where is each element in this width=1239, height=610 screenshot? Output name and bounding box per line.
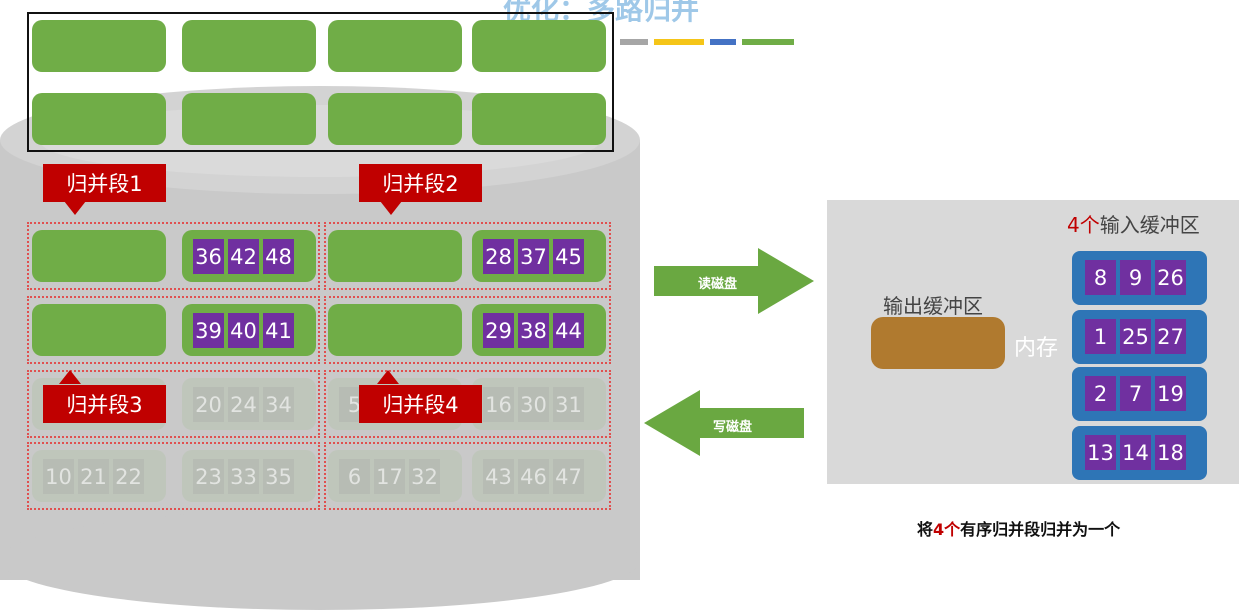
input-buffer-1: 8 9 26 xyxy=(1072,251,1207,305)
input-buffer-heading: 4个输入缓冲区 xyxy=(1067,209,1200,238)
disk-block-faded: 10 21 22 xyxy=(32,450,166,502)
record-faded: 20 xyxy=(193,387,224,422)
input-buffer-4: 13 14 18 xyxy=(1072,426,1207,480)
disk-block: 39 40 41 xyxy=(182,304,316,356)
title-underline-gray xyxy=(620,39,648,45)
record-faded: 23 xyxy=(193,459,224,494)
record: 8 xyxy=(1085,260,1116,295)
record: 7 xyxy=(1120,376,1151,411)
record-faded: 21 xyxy=(78,459,109,494)
memory-label: 内存 xyxy=(1014,336,1059,361)
record-faded: 30 xyxy=(518,387,549,422)
record: 41 xyxy=(263,313,294,348)
record-faded: 47 xyxy=(553,459,584,494)
output-buffer xyxy=(871,317,1005,369)
input-buffer-count: 4个 xyxy=(1067,213,1100,237)
record-faded: 24 xyxy=(228,387,259,422)
record-faded: 46 xyxy=(518,459,549,494)
record-faded: 31 xyxy=(553,387,584,422)
record-faded: 10 xyxy=(43,459,74,494)
caption-prefix: 将 xyxy=(917,520,934,539)
record: 25 xyxy=(1120,319,1151,354)
record-faded: 32 xyxy=(409,459,440,494)
segment-label-pointer xyxy=(380,201,402,215)
selection-rectangle xyxy=(27,12,614,152)
write-disk-label: 写磁盘 xyxy=(713,420,753,435)
segment-label-pointer xyxy=(64,201,86,215)
record: 28 xyxy=(483,239,514,274)
segment-label-pointer xyxy=(377,370,399,384)
disk-block-faded: 23 33 35 xyxy=(182,450,316,502)
title-underline-yellow xyxy=(654,39,704,45)
caption-suffix: 有序归并段归并为一个 xyxy=(960,520,1121,539)
caption: 将4个有序归并段归并为一个 xyxy=(917,516,1120,540)
segment-label-1: 归并段1 xyxy=(43,164,166,202)
title-underline-blue xyxy=(710,39,736,45)
record: 26 xyxy=(1155,260,1186,295)
segment-label-pointer xyxy=(59,370,81,384)
disk-block-empty xyxy=(328,230,462,282)
record: 37 xyxy=(518,239,549,274)
record: 27 xyxy=(1155,319,1186,354)
record: 44 xyxy=(553,313,584,348)
record: 18 xyxy=(1155,435,1186,470)
record: 29 xyxy=(483,313,514,348)
segment-label-2: 归并段2 xyxy=(359,164,482,202)
record: 45 xyxy=(553,239,584,274)
disk-block-faded: 43 46 47 xyxy=(472,450,606,502)
record: 19 xyxy=(1155,376,1186,411)
record: 2 xyxy=(1085,376,1116,411)
disk-bottom xyxy=(0,510,640,610)
record: 48 xyxy=(263,239,294,274)
record: 1 xyxy=(1085,319,1116,354)
disk-block-empty xyxy=(32,304,166,356)
disk-block-faded: 20 24 34 xyxy=(182,378,316,430)
record: 14 xyxy=(1120,435,1151,470)
read-disk-label: 读磁盘 xyxy=(698,277,738,292)
record: 9 xyxy=(1120,260,1151,295)
disk-block: 28 37 45 xyxy=(472,230,606,282)
disk-block: 36 42 48 xyxy=(182,230,316,282)
title-underline-green xyxy=(742,39,794,45)
input-buffer-2: 1 25 27 xyxy=(1072,310,1207,364)
record-faded: 34 xyxy=(263,387,294,422)
record: 13 xyxy=(1085,435,1116,470)
input-buffer-3: 2 7 19 xyxy=(1072,367,1207,421)
record-faded: 33 xyxy=(228,459,259,494)
segment-label-4: 归并段4 xyxy=(359,385,482,423)
record-faded: 17 xyxy=(374,459,405,494)
record-faded: 22 xyxy=(113,459,144,494)
record-faded: 35 xyxy=(263,459,294,494)
disk-block-faded: 6 17 32 xyxy=(328,450,462,502)
record: 36 xyxy=(193,239,224,274)
record-faded: 16 xyxy=(483,387,514,422)
record: 39 xyxy=(193,313,224,348)
disk-block-faded: 16 30 31 xyxy=(472,378,606,430)
segment-label-3: 归并段3 xyxy=(43,385,166,423)
record-faded: 43 xyxy=(483,459,514,494)
record-faded: 6 xyxy=(339,459,370,494)
input-buffer-text: 输入缓冲区 xyxy=(1099,213,1200,237)
record: 38 xyxy=(518,313,549,348)
disk-block-empty xyxy=(328,304,462,356)
output-buffer-label: 输出缓冲区 xyxy=(883,294,983,318)
record: 40 xyxy=(228,313,259,348)
disk-block: 29 38 44 xyxy=(472,304,606,356)
caption-count: 4个 xyxy=(933,520,961,539)
record: 42 xyxy=(228,239,259,274)
disk-block-empty xyxy=(32,230,166,282)
